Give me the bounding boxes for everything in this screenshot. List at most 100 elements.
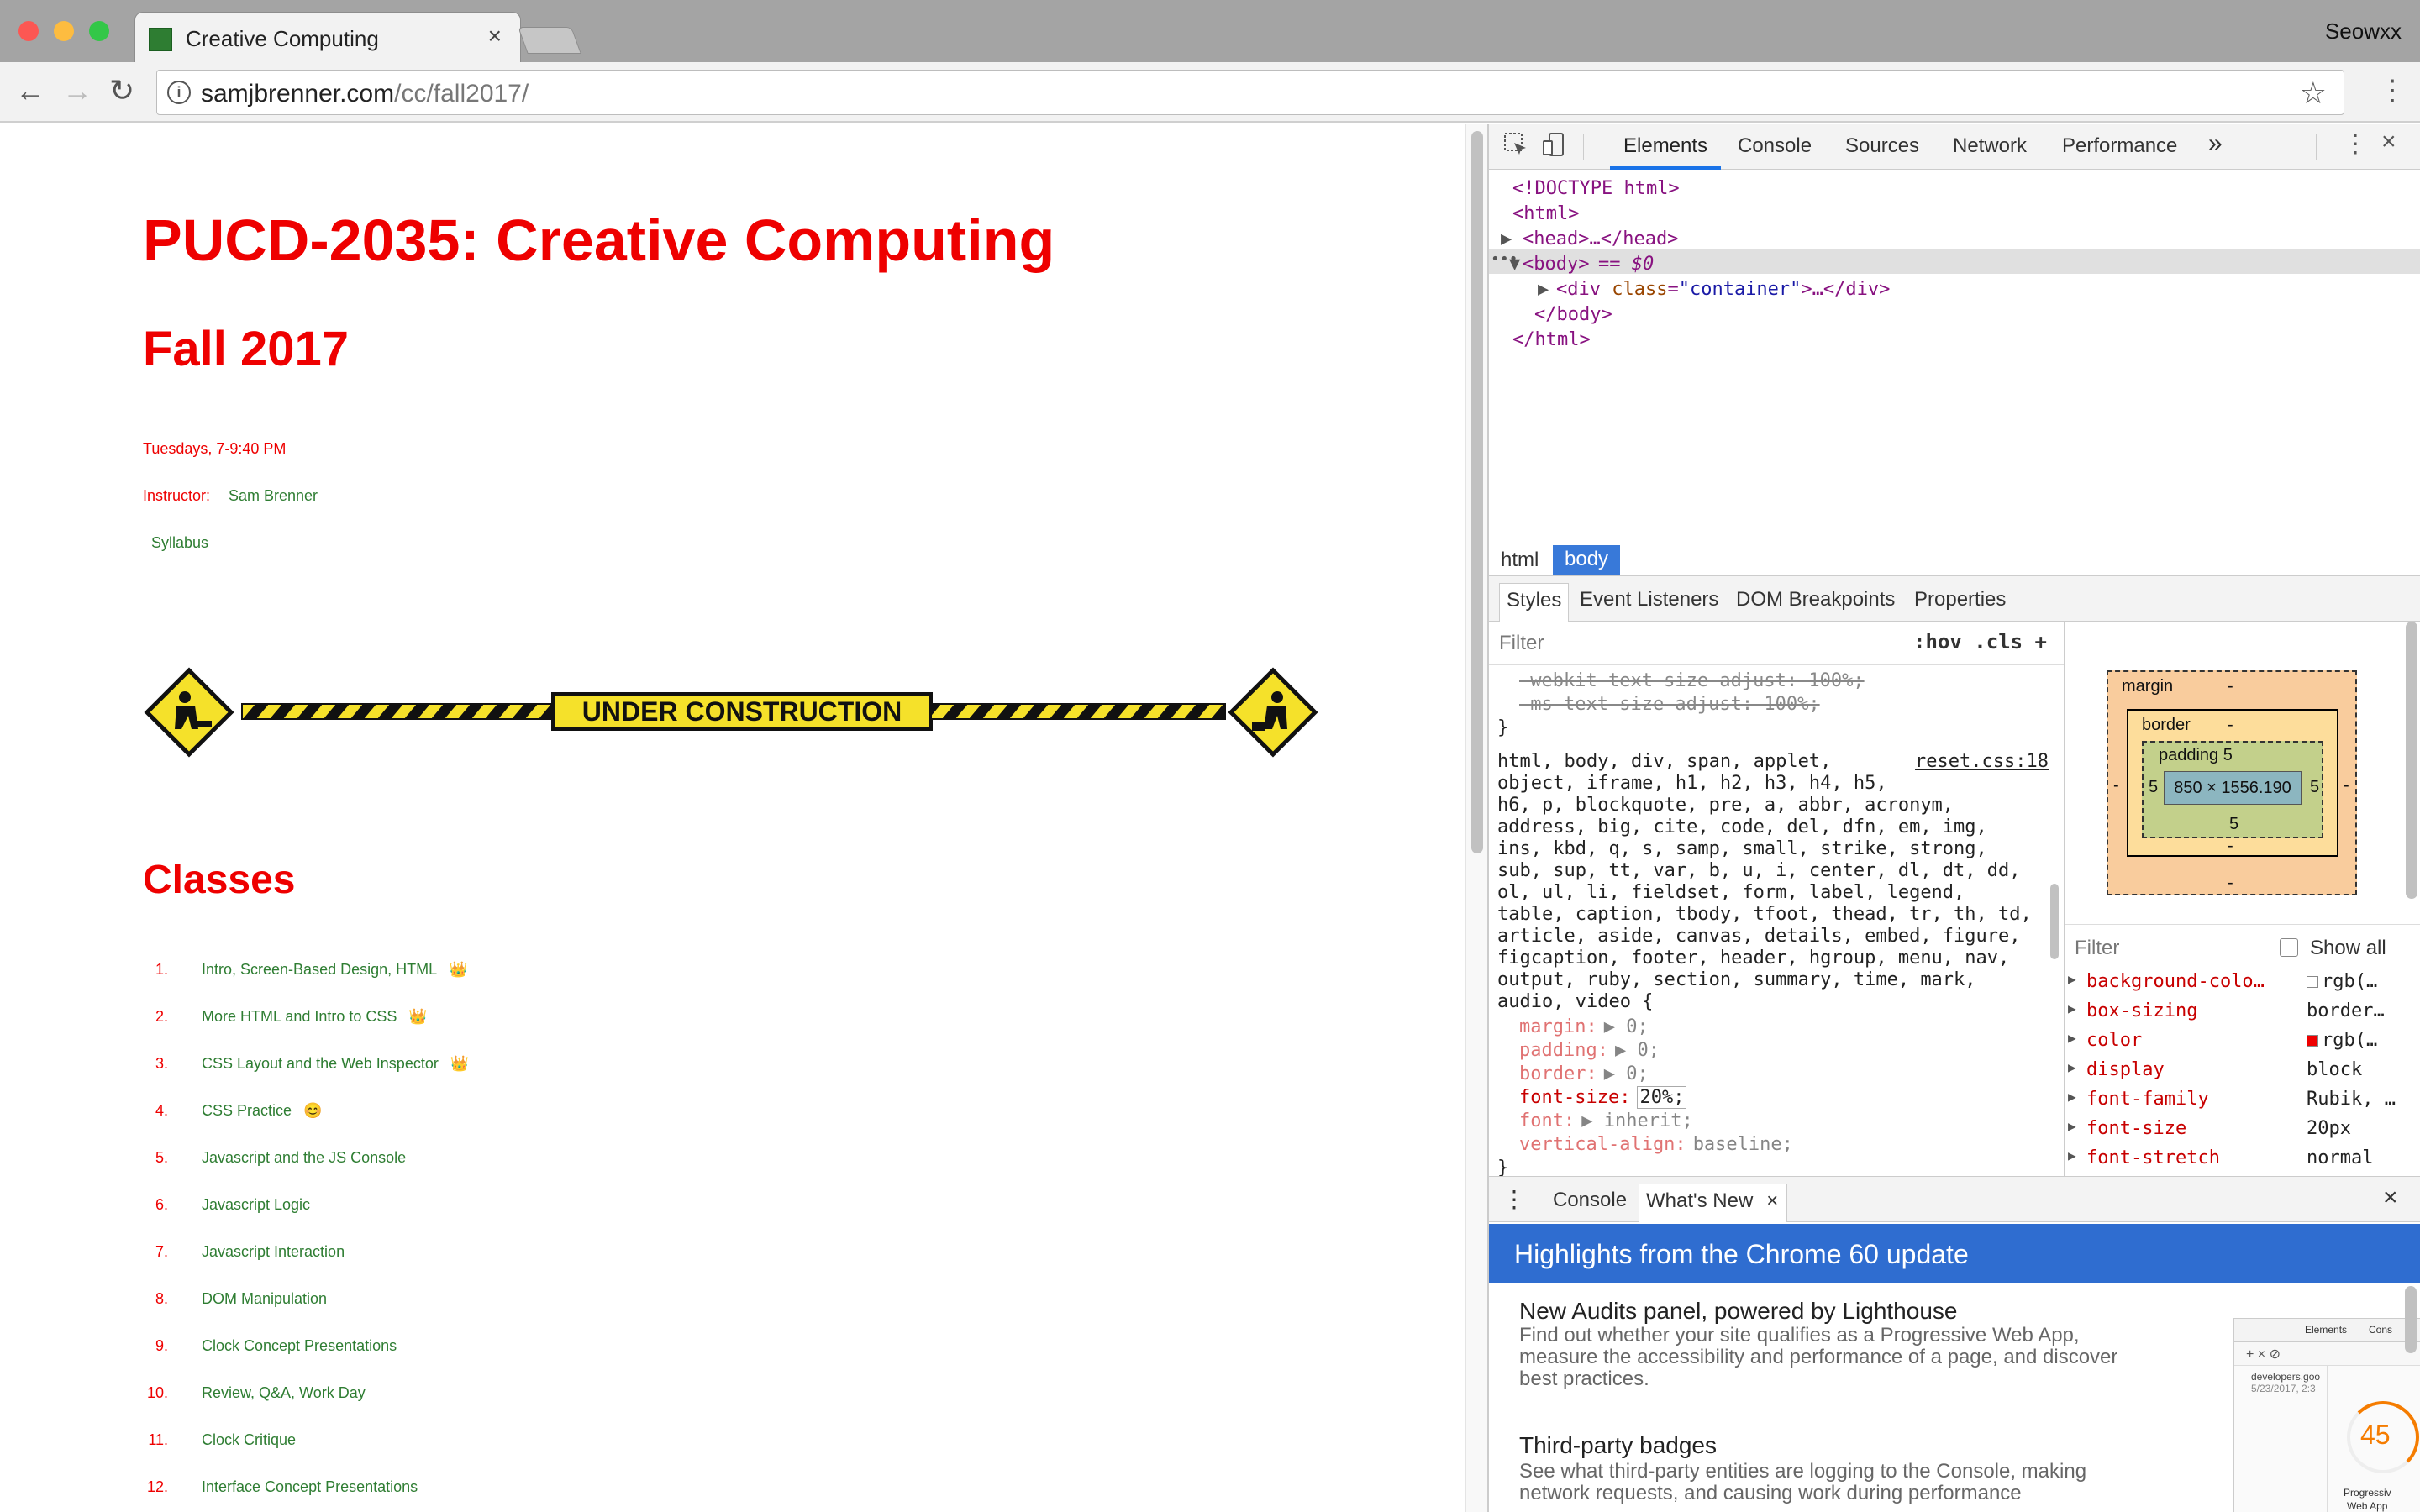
- rule-declaration[interactable]: vertical-align: baseline;: [1519, 1134, 1793, 1155]
- rule-selector-line[interactable]: html, body, div, span, applet,: [1497, 751, 1831, 772]
- expand-property-icon[interactable]: ▶: [2068, 1059, 2076, 1075]
- rule-selector-line[interactable]: sub, sup, tt, var, b, u, i, center, dl, …: [1497, 860, 2021, 881]
- expand-property-icon[interactable]: ▶: [2068, 1118, 2076, 1134]
- tab-properties[interactable]: Properties: [1914, 588, 2006, 612]
- computed-filter-input[interactable]: Filter: [2075, 937, 2119, 960]
- declaration-value[interactable]: ▶ 0;: [1615, 1040, 1660, 1061]
- new-tab-button[interactable]: [518, 27, 581, 54]
- rule-selector-line[interactable]: article, aside, canvas, details, embed, …: [1497, 926, 2021, 947]
- declaration-value[interactable]: ▶ 0;: [1604, 1063, 1649, 1084]
- margin-bottom-value[interactable]: -: [2228, 874, 2233, 893]
- device-toolbar-icon[interactable]: [1541, 131, 1568, 165]
- padding-right-value[interactable]: 5: [2310, 778, 2319, 797]
- class-link[interactable]: Clock Concept Presentations: [202, 1337, 397, 1355]
- computed-property-row[interactable]: ▶ background-colo… rgb(…: [2065, 971, 2401, 998]
- tab-dom-breakpoints[interactable]: DOM Breakpoints: [1736, 588, 1895, 612]
- border-top-value[interactable]: -: [2228, 716, 2233, 735]
- tab-elements[interactable]: Elements: [1623, 134, 1707, 158]
- class-link[interactable]: More HTML and Intro to CSS 👑: [202, 1008, 428, 1026]
- dom-html-close[interactable]: </html>: [1512, 329, 1591, 350]
- padding-bottom-value[interactable]: 5: [2229, 815, 2238, 834]
- dom-body-close[interactable]: </body>: [1534, 304, 1612, 325]
- rule-selector-line[interactable]: audio, video {: [1497, 991, 1653, 1012]
- styles-filter-tools[interactable]: :hov .cls +: [1913, 630, 2047, 654]
- close-drawer-icon[interactable]: ×: [2383, 1184, 2398, 1212]
- breadcrumb-html[interactable]: html: [1501, 549, 1539, 572]
- computed-property-row[interactable]: ▶ font-family Rubik, …: [2065, 1089, 2401, 1116]
- computed-property-row[interactable]: ▶ font-size 20px: [2065, 1118, 2401, 1145]
- declaration-value[interactable]: ▶ inherit;: [1581, 1110, 1692, 1131]
- close-devtools-icon[interactable]: ×: [2381, 128, 2396, 156]
- tab-styles[interactable]: Styles: [1499, 583, 1570, 622]
- class-link[interactable]: DOM Manipulation: [202, 1290, 327, 1308]
- address-bar[interactable]: i samjbrenner.com/cc/fall2017/ ☆: [156, 70, 2344, 115]
- show-all-checkbox[interactable]: [2280, 938, 2298, 957]
- rule-selector-line[interactable]: ins, kbd, q, s, samp, small, strike, str…: [1497, 838, 1987, 859]
- collapse-body-icon[interactable]: ▼: [1509, 254, 1520, 275]
- expand-property-icon[interactable]: ▶: [2068, 1030, 2076, 1046]
- page-scrollbar[interactable]: [1465, 124, 1487, 1512]
- rule-source-link[interactable]: reset.css:18: [1915, 751, 2049, 772]
- close-window-icon[interactable]: [18, 21, 39, 41]
- rule-declaration[interactable]: margin: ▶ 0;: [1519, 1016, 1649, 1037]
- color-swatch-icon[interactable]: [2307, 976, 2318, 988]
- expand-property-icon[interactable]: ▶: [2068, 971, 2076, 987]
- rule-declaration[interactable]: font-size: 20%;: [1519, 1086, 1687, 1109]
- border-bottom-value[interactable]: -: [2228, 837, 2233, 856]
- rule-declaration[interactable]: font: ▶ inherit;: [1519, 1110, 1693, 1131]
- computed-property-row[interactable]: ▶ display block: [2065, 1059, 2401, 1086]
- expand-property-icon[interactable]: ▶: [2068, 1147, 2076, 1163]
- class-link[interactable]: Javascript Logic: [202, 1196, 310, 1214]
- padding-left-value[interactable]: 5: [2149, 778, 2158, 797]
- drawer-tab-console[interactable]: Console: [1553, 1189, 1627, 1212]
- dom-body-open[interactable]: <body>: [1523, 254, 1589, 275]
- close-tab-icon[interactable]: ×: [488, 23, 502, 50]
- url-text[interactable]: samjbrenner.com/cc/fall2017/: [201, 80, 529, 108]
- class-link[interactable]: Intro, Screen-Based Design, HTML 👑: [202, 961, 468, 979]
- syllabus-link[interactable]: Syllabus: [151, 534, 208, 552]
- drawer-menu-icon[interactable]: ⋮: [1502, 1185, 1526, 1213]
- news-heading-1[interactable]: New Audits panel, powered by Lighthouse: [1519, 1298, 1957, 1325]
- rule-selector-line[interactable]: h6, p, blockquote, pre, a, abbr, acronym…: [1497, 795, 1954, 816]
- tab-performance[interactable]: Performance: [2062, 134, 2177, 158]
- expand-head-icon[interactable]: ▶: [1501, 228, 1512, 249]
- instructor-link[interactable]: Sam Brenner: [229, 487, 318, 505]
- rule-selector-line[interactable]: figcaption, footer, header, hgroup, menu…: [1497, 948, 2009, 969]
- declaration-value[interactable]: 20%;: [1637, 1086, 1687, 1109]
- box-scrollbar-thumb[interactable]: [2406, 622, 2417, 899]
- class-link[interactable]: Javascript Interaction: [202, 1243, 345, 1261]
- tab-sources[interactable]: Sources: [1845, 134, 1919, 158]
- browser-tab[interactable]: Creative Computing ×: [134, 12, 521, 62]
- margin-right-value[interactable]: -: [2344, 776, 2349, 795]
- class-link[interactable]: Interface Concept Presentations: [202, 1478, 418, 1496]
- margin-top-value[interactable]: -: [2228, 677, 2233, 696]
- rule-selector-line[interactable]: address, big, cite, code, del, dfn, em, …: [1497, 816, 1987, 837]
- browser-menu-icon[interactable]: ⋮: [2378, 74, 2407, 108]
- rule-selector-line[interactable]: ol, ul, li, fieldset, form, label, legen…: [1497, 882, 1965, 903]
- computed-property-row[interactable]: ▶ font-stretch normal: [2065, 1147, 2401, 1174]
- profile-name[interactable]: Seowxx: [2325, 18, 2402, 45]
- expand-div-icon[interactable]: ▶: [1538, 279, 1549, 300]
- drawer-tab-whats-new[interactable]: What's New ×: [1639, 1184, 1788, 1222]
- page-scrollbar-thumb[interactable]: [1471, 131, 1483, 853]
- styles-filter-input[interactable]: Filter: [1499, 632, 1544, 655]
- expand-property-icon[interactable]: ▶: [2068, 1000, 2076, 1016]
- box-model-content-size[interactable]: 850 × 1556.190: [2164, 771, 2302, 805]
- declaration-value[interactable]: baseline;: [1693, 1134, 1793, 1155]
- rule-selector-line[interactable]: table, caption, tbody, tfoot, thead, tr,…: [1497, 904, 2032, 925]
- zoom-window-icon[interactable]: [89, 21, 109, 41]
- rule-webkit-text-size[interactable]: -webkit-text-size-adjust: 100%;: [1519, 670, 1865, 691]
- minimize-window-icon[interactable]: [54, 21, 74, 41]
- dom-div[interactable]: <div class="container">…</div>: [1556, 279, 1890, 300]
- rule-selector-line[interactable]: object, iframe, h1, h2, h3, h4, h5,: [1497, 773, 1887, 794]
- dom-html-open[interactable]: <html>: [1512, 203, 1579, 224]
- breadcrumb-body[interactable]: body: [1553, 545, 1621, 575]
- back-arrow-icon[interactable]: ←: [15, 72, 45, 109]
- reload-icon[interactable]: ↻: [109, 72, 134, 109]
- tab-console[interactable]: Console: [1738, 134, 1812, 158]
- computed-property-row[interactable]: ▶ color rgb(…: [2065, 1030, 2401, 1057]
- class-link[interactable]: CSS Practice 😊: [202, 1102, 322, 1120]
- class-link[interactable]: CSS Layout and the Web Inspector 👑: [202, 1055, 469, 1073]
- rule-declaration[interactable]: padding: ▶ 0;: [1519, 1040, 1660, 1061]
- rule-selector-line[interactable]: output, ruby, section, summary, time, ma…: [1497, 969, 1976, 990]
